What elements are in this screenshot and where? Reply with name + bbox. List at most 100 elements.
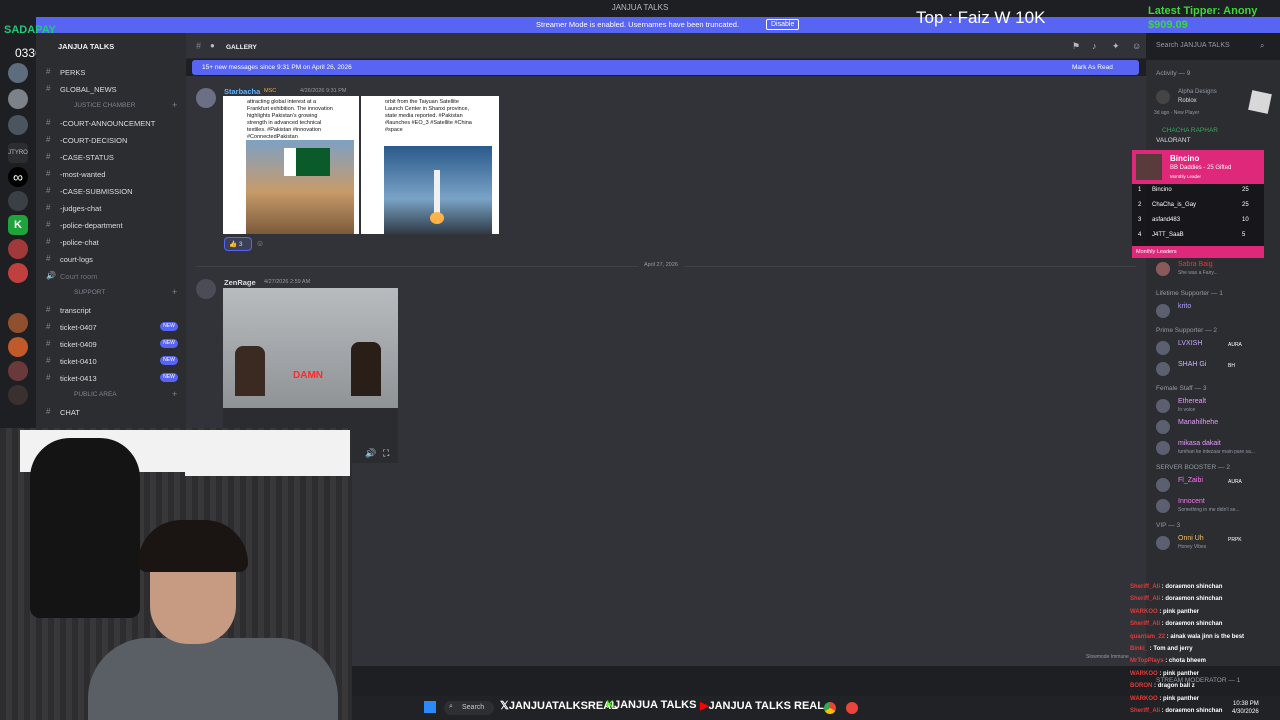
hash-icon: #: [46, 67, 51, 76]
avatar[interactable]: [196, 88, 216, 108]
server-icon[interactable]: [8, 191, 28, 211]
search-input[interactable]: Search JANJUA TALKS ⌕: [1152, 38, 1272, 54]
sidebar-channel[interactable]: # -police-chat: [36, 235, 186, 249]
member-item[interactable]: Onni Uh PRPK Honey Vibes: [1156, 534, 1280, 552]
member-item[interactable]: Innocent Something in me didn't se...: [1156, 497, 1280, 515]
sidebar-channel[interactable]: # transcript: [36, 303, 186, 317]
member-section-header: Lifetime Supporter — 1: [1156, 290, 1223, 297]
member-status: tumhari ke intezaar main pare sa...: [1178, 449, 1255, 455]
sidebar-channel[interactable]: # ticket-0407 NEW: [36, 320, 186, 334]
top-donor-text: Top : Faiz W 10K: [916, 8, 1046, 27]
new-messages-bar[interactable]: 15+ new messages since 9:31 PM on April …: [192, 60, 1139, 75]
reaction-thumbs-up[interactable]: 👍 3: [224, 237, 252, 251]
notification-icon[interactable]: ♪: [1092, 41, 1097, 51]
channel-name: ticket-0413: [60, 374, 97, 383]
chat-line: MrTopPlays : chota bheem: [1130, 658, 1206, 664]
pin-icon[interactable]: ✦: [1112, 41, 1120, 52]
server-icon[interactable]: [8, 385, 28, 405]
app-icon[interactable]: [846, 702, 858, 714]
tipper-label: Latest Tipper: Anony: [1148, 5, 1258, 17]
sidebar-channel[interactable]: # ticket-0409 NEW: [36, 337, 186, 351]
leaderboard-footer: Monthly Leaders: [1132, 246, 1264, 258]
embed-image[interactable]: [384, 146, 492, 234]
server-icon[interactable]: [8, 263, 28, 283]
server-icon[interactable]: [8, 115, 28, 135]
embed-card[interactable]: attracting global interest at a Frankfur…: [223, 96, 359, 234]
server-icon[interactable]: [8, 89, 28, 109]
server-icon[interactable]: [8, 63, 28, 83]
search-placeholder: Search JANJUA TALKS: [1156, 42, 1230, 49]
leaderboard-rows: 1 Bincino 25 2 ChaCha_is_Gay 25 3 asfand483 10 4 J…: [1132, 184, 1264, 246]
sidebar-channel[interactable]: # -CASE-STATUS: [36, 150, 186, 164]
sidebar-channel[interactable]: # court-logs: [36, 252, 186, 266]
message-author[interactable]: Starbacha: [224, 87, 260, 96]
sidebar-channel[interactable]: # -judges-chat: [36, 201, 186, 215]
threads-icon[interactable]: ⚑: [1072, 41, 1080, 52]
social-youtube-handle: ▶JANJUA TALKS REAL: [700, 699, 824, 712]
sidebar-channel[interactable]: # -police-department: [36, 218, 186, 232]
members-icon[interactable]: ☺: [1132, 41, 1141, 51]
sidebar-channel[interactable]: 🔊 Court room: [36, 269, 186, 283]
leader-row-name: ChaCha_is_Gay: [1152, 202, 1197, 208]
chat-user: BORON: [1130, 683, 1153, 690]
member-item[interactable]: mikasa dakait tumhari ke intezaar main pa…: [1156, 439, 1280, 457]
leaderboard-row: 3 asfand483 10: [1136, 217, 1260, 231]
sidebar-channel[interactable]: # ticket-0410 NEW: [36, 354, 186, 368]
leader-row-name: Bincino: [1152, 187, 1172, 193]
volume-icon[interactable]: 🔊: [365, 448, 376, 459]
member-item[interactable]: Etherealt In voice: [1156, 397, 1280, 415]
taskbar-search[interactable]: ⌕ Search: [444, 701, 494, 715]
sidebar-channel[interactable]: # ticket-0413 NEW: [36, 371, 186, 385]
member-item[interactable]: SHAH Gi BH: [1156, 360, 1280, 378]
channel-category[interactable]: JUSTICE CHAMBER +: [36, 99, 186, 113]
channel-category[interactable]: PUBLIC AREA +: [36, 388, 186, 402]
message-author[interactable]: ZenRage: [224, 278, 256, 287]
leader-avatar: [1136, 154, 1162, 180]
member-item[interactable]: krito: [1156, 302, 1280, 320]
chrome-icon[interactable]: [824, 702, 836, 714]
sidebar-channel[interactable]: # -most-wanted: [36, 167, 186, 181]
add-channel-icon[interactable]: +: [172, 389, 177, 399]
avatar[interactable]: [196, 279, 216, 299]
social-x-handle: 𝕏JANJUATALKSREAL: [500, 699, 618, 712]
channel-name: ticket-0409: [60, 340, 97, 349]
sidebar-channel[interactable]: # CHAT: [36, 405, 186, 419]
sidebar-channel[interactable]: # -COURT-DECISION: [36, 133, 186, 147]
add-reaction-icon[interactable]: ☺: [256, 239, 264, 248]
embed-card[interactable]: orbit from the Taiyuan Satellite Launch …: [361, 96, 499, 234]
sidebar-channel[interactable]: # GLOBAL_NEWS: [36, 82, 186, 96]
member-item[interactable]: Sabra Baig She was a Fairy...: [1156, 260, 1280, 278]
add-channel-icon[interactable]: +: [172, 100, 177, 110]
disable-streamer-mode-button[interactable]: Disable: [766, 19, 800, 30]
member-name: Innocent: [1178, 498, 1205, 505]
server-icon[interactable]: [8, 313, 28, 333]
infinity-server-icon[interactable]: ∞: [8, 167, 28, 187]
member-item[interactable]: Fl_Zaibi AURA: [1156, 476, 1280, 494]
server-icon[interactable]: [8, 239, 28, 259]
member-name[interactable]: CHACHA RAPHAR: [1162, 127, 1218, 134]
member-item[interactable]: Manahilhehe: [1156, 418, 1280, 436]
speaker-icon: 🔊: [46, 271, 56, 280]
sidebar-channel[interactable]: # -CASE-SUBMISSION: [36, 184, 186, 198]
chat-user: Sheriff_Ali: [1130, 621, 1161, 628]
member-item[interactable]: LVXISH AURA: [1156, 339, 1280, 357]
windows-start-icon[interactable]: [424, 701, 436, 713]
channel-category[interactable]: SUPPORT +: [36, 286, 186, 300]
server-icon[interactable]: [8, 361, 28, 381]
tipper-amount: $909.09: [1148, 19, 1188, 31]
hash-icon: #: [46, 254, 51, 263]
chat-user: MrTopPlays: [1130, 658, 1164, 665]
server-name[interactable]: JANJUA TALKS: [58, 42, 114, 51]
embed-image[interactable]: [246, 140, 354, 234]
fullscreen-icon[interactable]: ⛶: [383, 448, 389, 459]
chat-user: Sheriff_Ali: [1130, 596, 1161, 603]
server-icon[interactable]: JTYRO: [8, 143, 28, 163]
server-icon[interactable]: [8, 337, 28, 357]
window-titlebar: JANJUA TALKS: [0, 0, 1280, 16]
mark-as-read-button[interactable]: Mark As Read: [1072, 64, 1113, 71]
video-caption: DAMN: [293, 370, 323, 381]
kick-server-icon[interactable]: K: [8, 215, 28, 235]
sidebar-channel[interactable]: # -COURT-ANNOUNCEMENT: [36, 116, 186, 130]
sidebar-channel[interactable]: # PERKS: [36, 65, 186, 79]
add-channel-icon[interactable]: +: [172, 287, 177, 297]
